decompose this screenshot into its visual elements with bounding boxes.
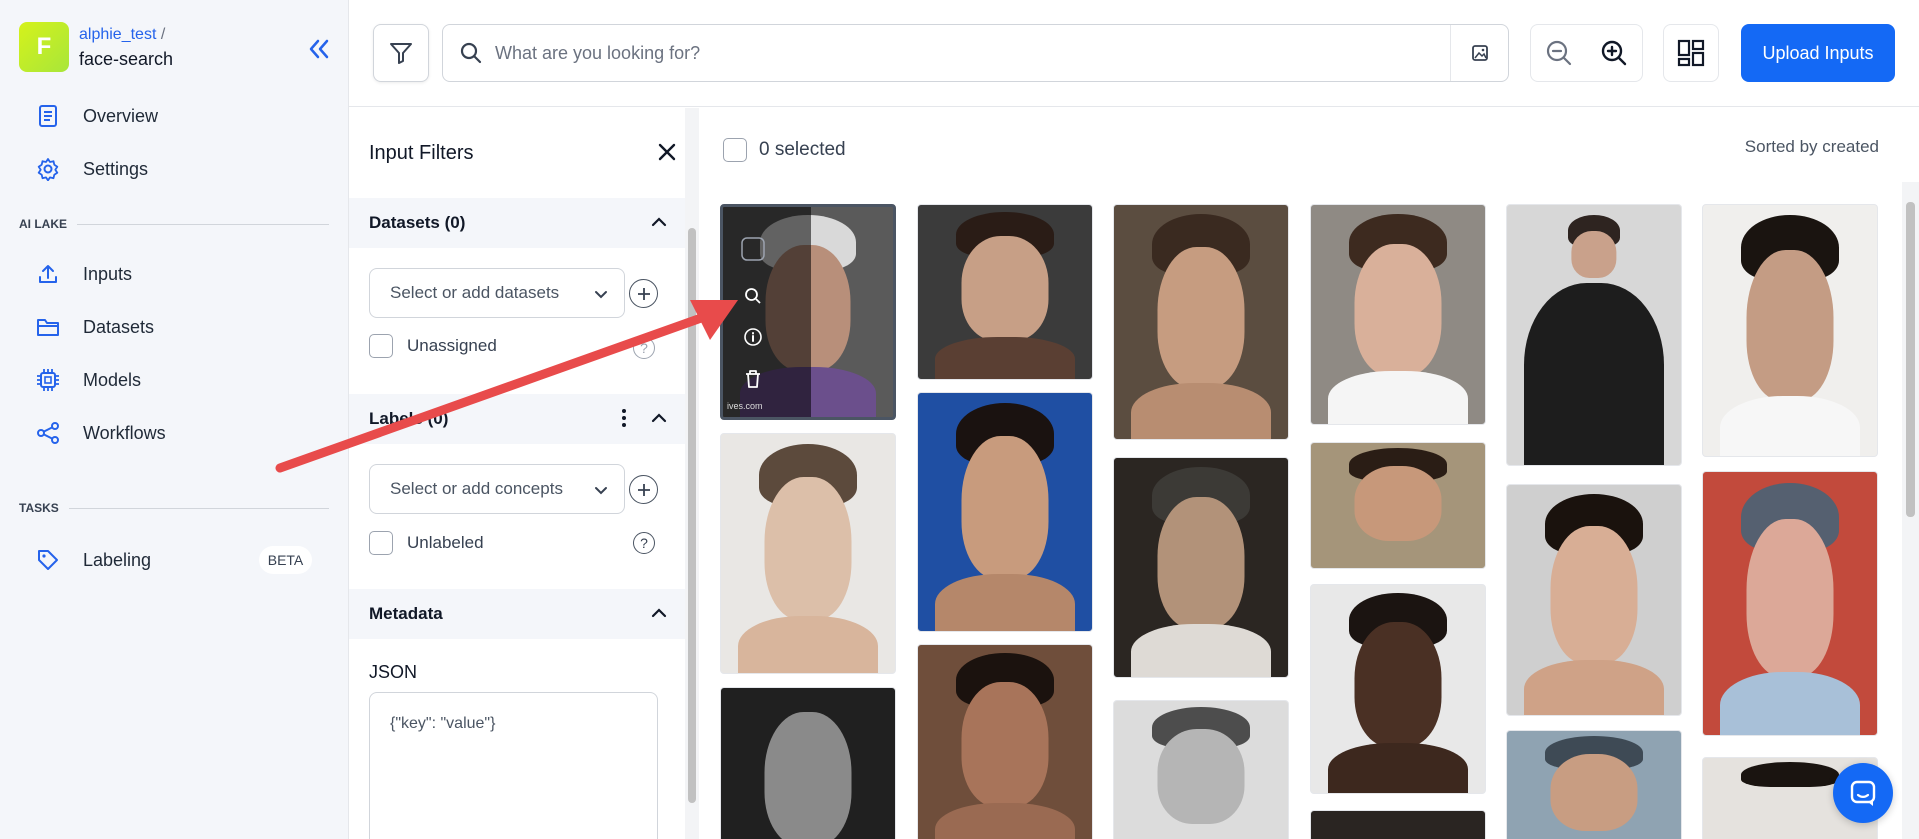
- chevron-up-icon[interactable]: [649, 408, 669, 433]
- breadcrumb-separator: /: [160, 26, 166, 43]
- search-input[interactable]: [495, 42, 1450, 64]
- help-icon[interactable]: ?: [633, 337, 655, 359]
- section-label-tasks: TASKS: [19, 501, 329, 515]
- chevron-up-icon[interactable]: [649, 212, 669, 237]
- concepts-select[interactable]: Select or add concepts: [369, 464, 625, 514]
- image-tile[interactable]: [1506, 484, 1682, 716]
- section-label-ai-lake: AI LAKE: [19, 217, 329, 231]
- sidebar-item-label: Labeling: [83, 549, 152, 570]
- image-tile[interactable]: [1310, 810, 1486, 839]
- image-tile[interactable]: [1702, 471, 1878, 736]
- checkbox[interactable]: [369, 334, 393, 358]
- sidebar-item-label: Models: [83, 369, 142, 390]
- help-icon[interactable]: ?: [633, 532, 655, 554]
- datasets-select[interactable]: Select or add datasets: [369, 268, 625, 318]
- labels-section-header[interactable]: Labels (0): [349, 394, 685, 444]
- sort-label[interactable]: Sorted by created: [1745, 137, 1879, 157]
- image-tile[interactable]: [1113, 457, 1289, 678]
- checkbox[interactable]: [369, 531, 393, 555]
- sidebar-item-label: Workflows: [83, 422, 166, 443]
- funnel-icon: [390, 43, 412, 64]
- image-tile[interactable]: [720, 687, 896, 839]
- image-tile[interactable]: [917, 392, 1093, 632]
- sidebar-item-label: Overview: [83, 105, 159, 126]
- sidebar-item-datasets[interactable]: Datasets: [35, 309, 154, 345]
- datasets-section-header[interactable]: Datasets (0): [349, 198, 685, 248]
- image-tile[interactable]: [1113, 204, 1289, 440]
- sidebar-item-settings[interactable]: Settings: [35, 151, 148, 187]
- image-tile[interactable]: [1506, 730, 1682, 839]
- sidebar: F alphie_test / face-search Overview Set…: [0, 0, 349, 839]
- app-name[interactable]: face-search: [79, 47, 173, 72]
- image-gallery: ives.com: [700, 182, 1900, 839]
- image-tile[interactable]: [1310, 584, 1486, 794]
- json-label: JSON: [369, 662, 418, 682]
- image-tile[interactable]: ives.com: [720, 204, 896, 420]
- more-vertical-icon[interactable]: [621, 408, 627, 433]
- beta-badge: BETA: [259, 546, 312, 574]
- close-icon[interactable]: [653, 138, 681, 166]
- tile-actions-overlay: ives.com: [723, 207, 811, 417]
- selection-header: 0 selected: [723, 138, 846, 162]
- image-tile[interactable]: [917, 204, 1093, 380]
- add-dataset-button[interactable]: [629, 279, 658, 308]
- sidebar-item-label: Datasets: [83, 316, 155, 337]
- image-tile[interactable]: [1702, 204, 1878, 457]
- chevron-down-icon: [592, 285, 610, 308]
- folder-icon: [35, 314, 61, 340]
- sidebar-item-overview[interactable]: Overview: [35, 98, 158, 134]
- chat-support-icon[interactable]: [1833, 763, 1893, 823]
- chevron-up-icon[interactable]: [649, 603, 669, 628]
- input-filters-panel: Input Filters Datasets (0) Select or add…: [349, 108, 699, 839]
- search-bar[interactable]: [442, 24, 1509, 82]
- sidebar-item-labeling[interactable]: Labeling: [35, 542, 151, 578]
- share-nodes-icon: [35, 420, 61, 446]
- zoom-in-icon[interactable]: [1587, 25, 1643, 81]
- zoom-out-icon[interactable]: [1531, 25, 1587, 81]
- top-bar: Upload Inputs: [349, 0, 1919, 107]
- unlabeled-checkbox[interactable]: Unlabeled: [369, 531, 484, 555]
- image-tile[interactable]: [1506, 204, 1682, 466]
- image-tile[interactable]: [720, 433, 896, 674]
- sidebar-item-models[interactable]: Models: [35, 362, 141, 398]
- image-tile[interactable]: [1113, 700, 1289, 839]
- trash-icon[interactable]: [741, 367, 765, 391]
- search-icon: [460, 42, 482, 64]
- upload-icon: [35, 261, 61, 287]
- filters-scrollbar[interactable]: [685, 108, 699, 839]
- info-icon[interactable]: [741, 325, 765, 349]
- upload-inputs-button[interactable]: Upload Inputs: [1741, 24, 1895, 82]
- metadata-section-header[interactable]: Metadata: [349, 589, 685, 639]
- project-user-link[interactable]: alphie_test: [79, 26, 156, 43]
- sidebar-item-workflows[interactable]: Workflows: [35, 415, 166, 451]
- json-metadata-input[interactable]: {"key": "value"}: [369, 692, 658, 839]
- image-search-icon[interactable]: [1450, 25, 1508, 81]
- magnify-icon[interactable]: [741, 284, 765, 308]
- image-tile[interactable]: [917, 644, 1093, 839]
- sidebar-item-inputs[interactable]: Inputs: [35, 256, 132, 292]
- document-icon: [35, 103, 61, 129]
- tag-icon: [35, 547, 61, 573]
- sidebar-item-label: Inputs: [83, 263, 133, 284]
- gallery-scrollbar[interactable]: [1902, 182, 1919, 839]
- chip-icon: [35, 367, 61, 393]
- image-tile[interactable]: [1310, 442, 1486, 569]
- selected-count: 0 selected: [759, 139, 846, 160]
- panel-title: Input Filters: [369, 142, 474, 164]
- chevron-down-icon: [592, 481, 610, 504]
- sidebar-item-label: Settings: [83, 158, 149, 179]
- zoom-controls: [1530, 24, 1643, 82]
- tile-checkbox[interactable]: [741, 237, 765, 261]
- project-switcher[interactable]: F alphie_test / face-search: [19, 22, 173, 72]
- add-concept-button[interactable]: [629, 475, 658, 504]
- grid-view-icon[interactable]: [1663, 24, 1719, 82]
- image-tile[interactable]: [1310, 204, 1486, 425]
- gear-icon: [35, 156, 61, 182]
- filter-button[interactable]: [373, 24, 429, 82]
- collapse-sidebar-icon[interactable]: [304, 34, 334, 64]
- unassigned-checkbox[interactable]: Unassigned: [369, 334, 497, 358]
- project-avatar[interactable]: F: [19, 22, 69, 72]
- image-watermark: ives.com: [727, 401, 763, 411]
- select-all-checkbox[interactable]: [723, 138, 747, 162]
